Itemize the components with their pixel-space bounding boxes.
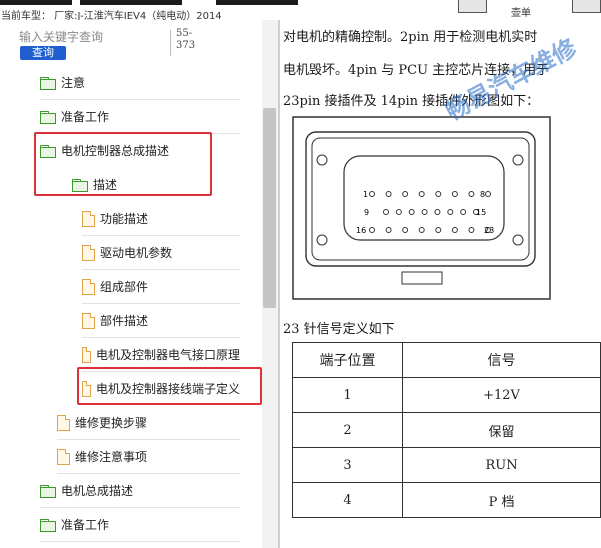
search-input[interactable] xyxy=(19,30,164,44)
tree-item[interactable]: 注意 xyxy=(40,66,240,100)
table-cell: 1 xyxy=(291,377,404,413)
table-header-row: 端子位置 信号 xyxy=(291,342,601,378)
table-row: 4P 档 xyxy=(291,482,601,518)
tree-item[interactable]: 准备工作 xyxy=(40,508,240,542)
document-icon xyxy=(82,244,95,261)
navigation-panel: 查询 55- 373 注意准备工作电机控制器总成描述描述功能描述驱动电机参数组成… xyxy=(0,20,278,548)
page-range-start: 55- xyxy=(176,28,193,39)
table-cell: 保留 xyxy=(402,412,601,448)
table-header: 端子位置 xyxy=(291,342,404,378)
tree-item[interactable]: 功能描述 xyxy=(82,202,240,236)
document-icon xyxy=(82,278,95,295)
table-cell: +12V xyxy=(402,377,601,413)
table-cell: 4 xyxy=(291,482,404,518)
table-body: 1 +12V 2 保留 3 RUN 4 P 档 xyxy=(291,377,601,518)
table-caption: 23 针信号定义如下 xyxy=(283,322,395,337)
tree-item-label: 组成部件 xyxy=(100,280,149,294)
tree-item-label: 功能描述 xyxy=(100,212,149,226)
document-icon xyxy=(82,210,95,227)
tree-item[interactable]: 部件描述 xyxy=(82,304,240,338)
search-button[interactable]: 查询 xyxy=(20,46,66,60)
tree-item[interactable]: 准备工作 xyxy=(40,100,240,134)
tree-item-label: 部件描述 xyxy=(100,314,149,328)
tree-item-label: 维修注意事项 xyxy=(75,450,148,464)
tree-item-label: 注意 xyxy=(61,76,86,90)
search-area: 查询 55- 373 xyxy=(0,20,262,66)
pin-label: 16 xyxy=(356,226,366,235)
highlight-box xyxy=(34,132,212,196)
tree-item[interactable]: 驱动电机参数 xyxy=(82,236,240,270)
tree-item[interactable]: 电机总成描述 xyxy=(40,474,240,508)
scrollbar-thumb[interactable] xyxy=(263,108,276,308)
folder-icon xyxy=(40,518,56,532)
pin-label: 15 xyxy=(476,208,486,217)
tree-item-label: 准备工作 xyxy=(61,518,110,532)
document-text-line: 对电机的精确控制。2pin 用于检测电机实时 xyxy=(283,30,538,45)
tree-item[interactable]: 维修更换步骤 xyxy=(57,406,240,440)
document-icon xyxy=(57,414,70,431)
tree-item-label: 驱动电机参数 xyxy=(100,246,173,260)
pin-label: 9 xyxy=(364,208,369,217)
tree-item-label: 准备工作 xyxy=(61,110,110,124)
pin-label: 8 xyxy=(480,190,485,199)
signal-table: 端子位置 信号 1 +12V 2 保留 3 RUN 4 P 档 xyxy=(291,342,601,518)
table-cell: 3 xyxy=(291,447,404,483)
document-icon xyxy=(82,312,95,329)
toolbar-strip xyxy=(216,0,298,5)
table-cell: RUN xyxy=(402,447,601,483)
range-divider xyxy=(170,30,171,56)
pin-label: 23 xyxy=(484,226,494,235)
table-cell: P 档 xyxy=(402,482,601,518)
toolbar-button[interactable] xyxy=(572,0,601,13)
highlight-box xyxy=(77,367,262,405)
top-bar: 当前车型： 厂家:J-江淮汽车IEV4（纯电动）2014 壶单 xyxy=(0,0,601,22)
tree-item-label: 电机及控制器电气接口原理 xyxy=(95,348,240,362)
table-row: 2 保留 xyxy=(291,412,601,448)
document-icon xyxy=(82,346,91,363)
tree-item-label: 维修更换步骤 xyxy=(75,416,148,430)
table-row: 3 RUN xyxy=(291,447,601,483)
folder-icon xyxy=(40,76,56,90)
table-row: 1 +12V xyxy=(291,377,601,413)
table-cell: 2 xyxy=(291,412,404,448)
page-range-end: 373 xyxy=(176,40,196,51)
page-range: 55- 373 xyxy=(176,28,195,52)
document-icon xyxy=(57,448,70,465)
toolbar-strip xyxy=(0,0,72,5)
folder-icon xyxy=(40,110,56,124)
toolbar-label: 壶单 xyxy=(511,8,531,19)
tree-item[interactable]: 维修注意事项 xyxy=(57,440,240,474)
pin-label: 1 xyxy=(363,190,368,199)
tree-item[interactable]: 组成部件 xyxy=(82,270,240,304)
folder-icon xyxy=(40,484,56,498)
tree-item-label: 电机总成描述 xyxy=(61,484,134,498)
toolbar-strip xyxy=(80,0,182,5)
toolbar-button[interactable] xyxy=(458,0,487,13)
table-header: 信号 xyxy=(402,342,601,378)
document-view: 对电机的精确控制。2pin 用于检测电机实时 电机毁坏。4pin 与 PCU 主… xyxy=(280,20,601,548)
connector-diagram: 1 8 9 15 16 23 xyxy=(292,116,551,300)
